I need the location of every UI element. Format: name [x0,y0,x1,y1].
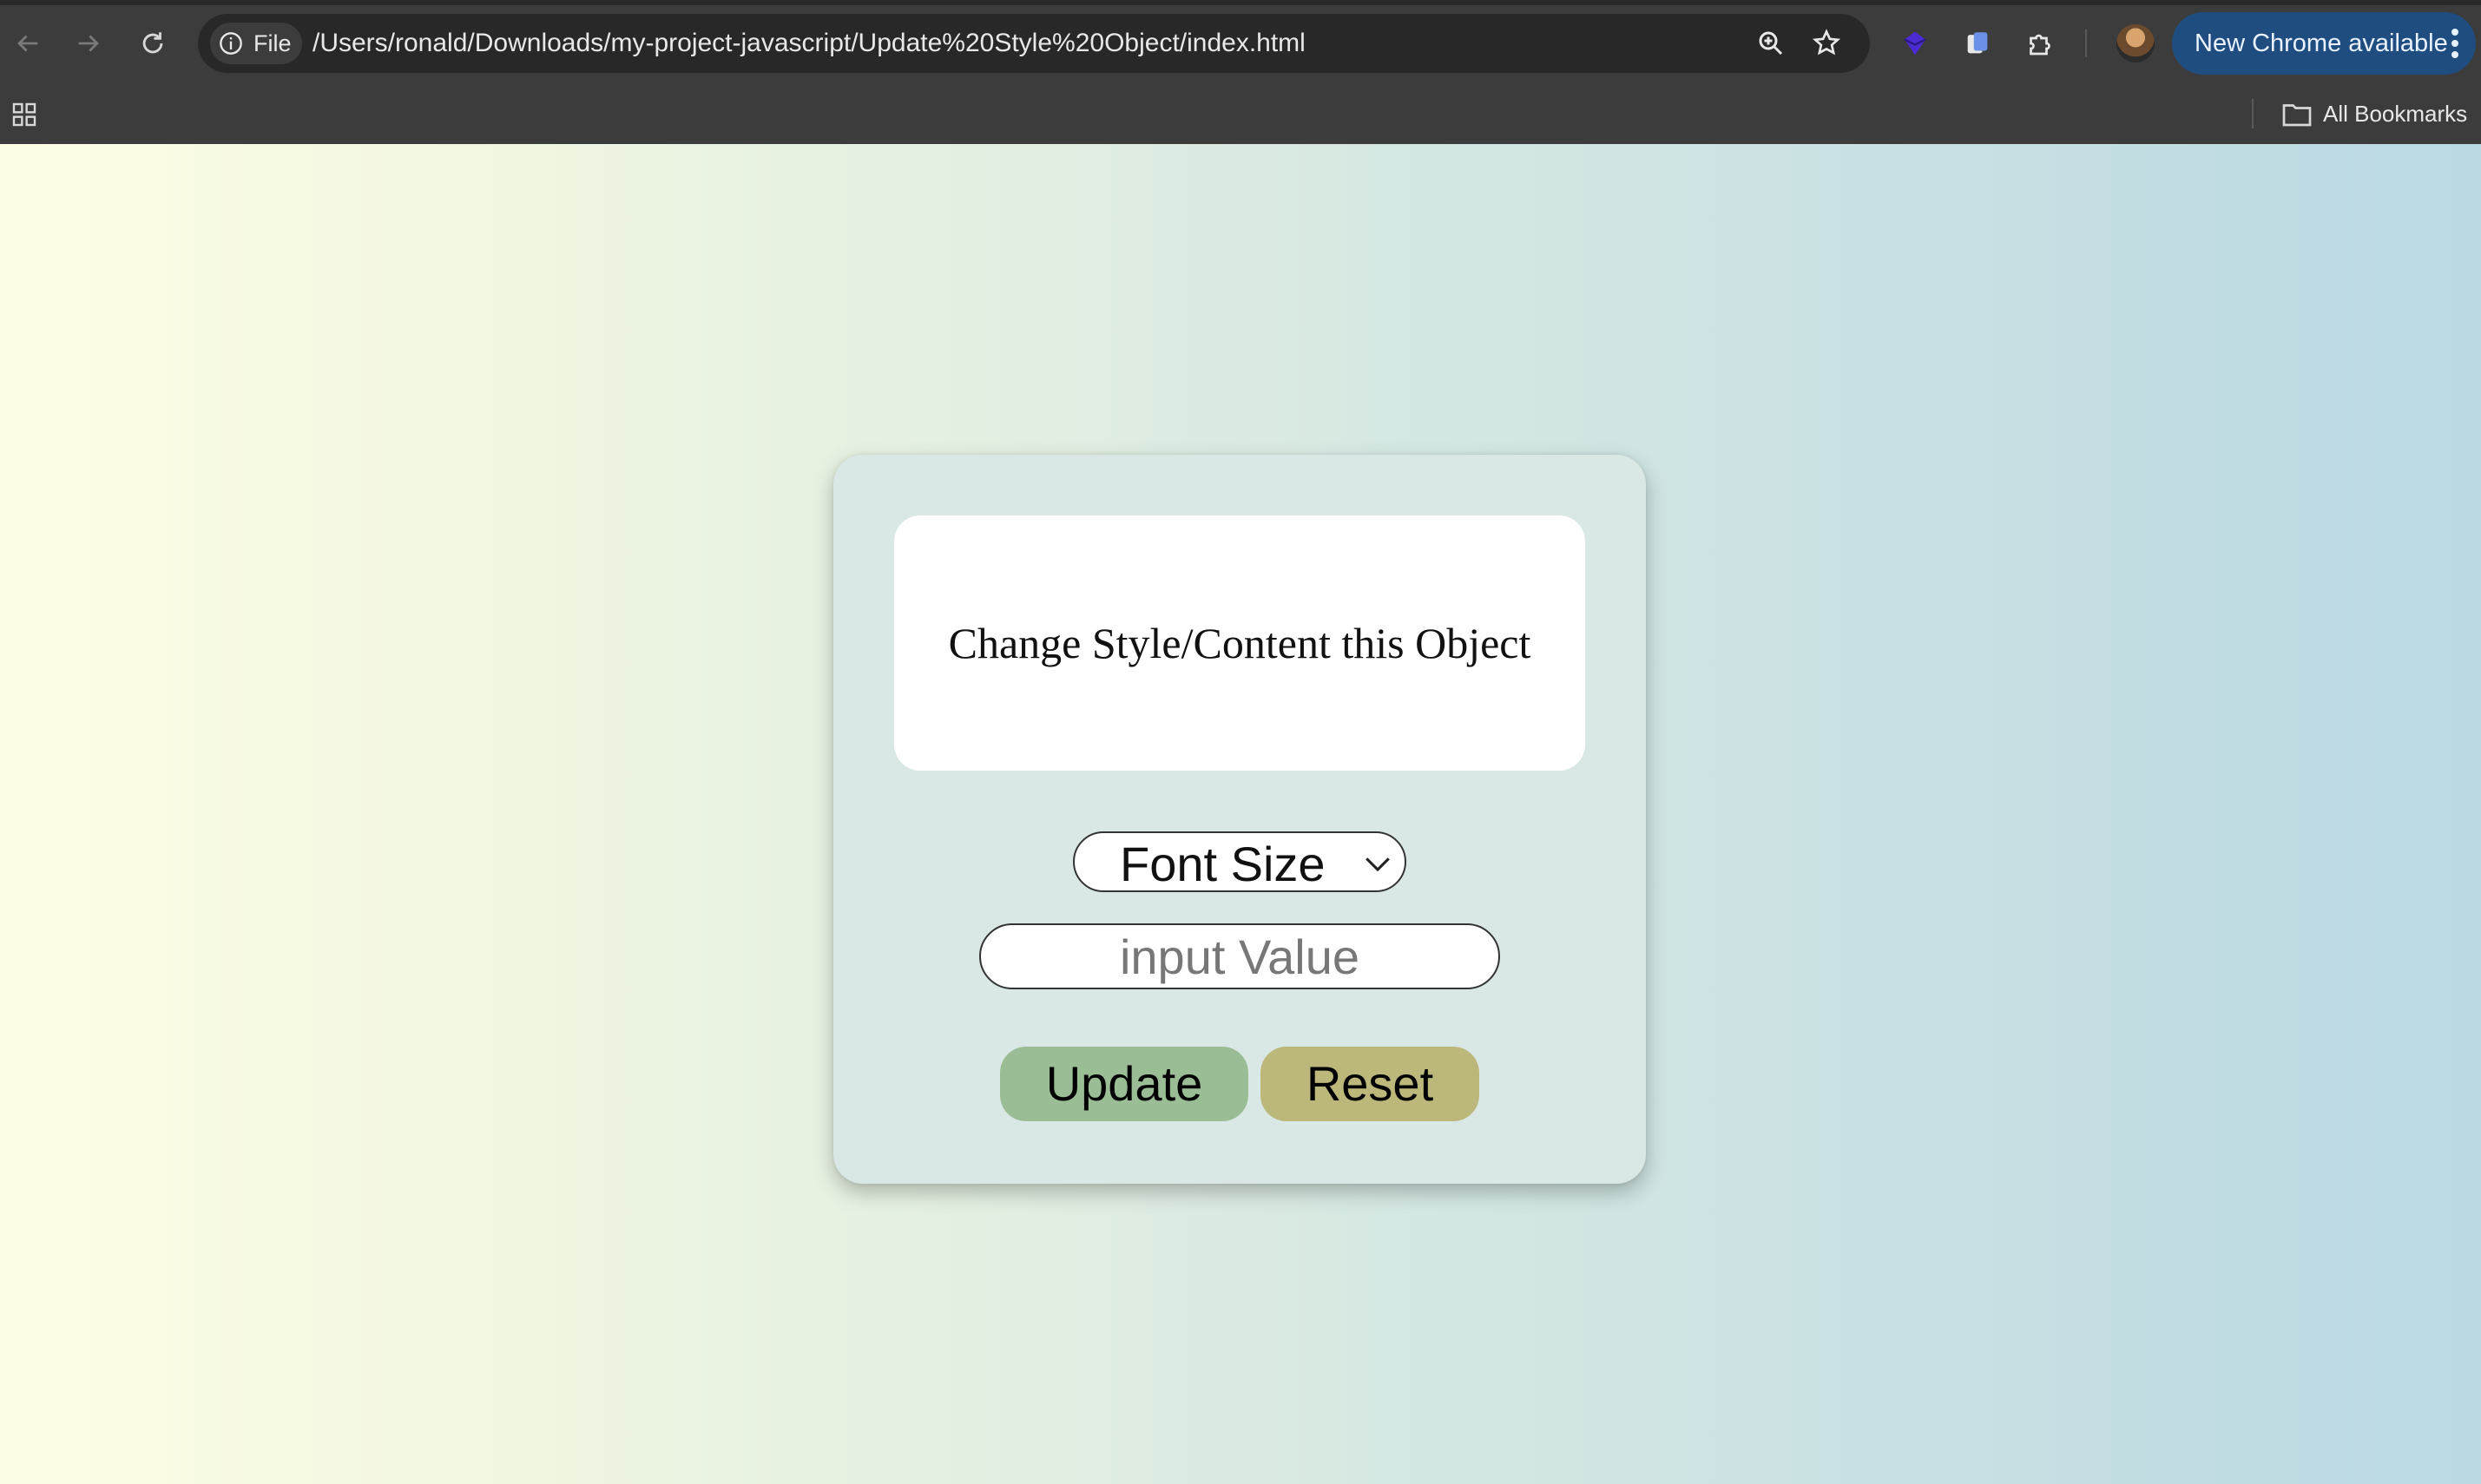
extension-icon[interactable] [1898,26,1932,61]
forward-button[interactable] [68,23,109,64]
page-viewport: Change Style/Content this Object Font Si… [0,144,2481,1484]
url-text[interactable]: /Users/ronald/Downloads/my-project-javas… [313,28,1306,59]
property-select[interactable]: Font Size [1073,831,1406,892]
reload-button[interactable] [132,23,174,64]
property-select-value: Font Size [1120,837,1326,891]
chrome-update-button[interactable]: New Chrome available [2172,12,2476,75]
apps-grid-icon[interactable] [10,101,38,128]
kebab-menu-icon[interactable] [2450,28,2460,59]
zoom-in-icon[interactable] [1755,28,1787,59]
address-bar[interactable]: File /Users/ronald/Downloads/my-project-… [198,14,1870,73]
update-button[interactable]: Update [1000,1047,1248,1121]
info-icon [220,32,242,55]
browser-toolbar: File /Users/ronald/Downloads/my-project-… [0,0,2481,87]
chevron-down-icon [1366,857,1390,872]
site-chip-label: File [253,30,292,56]
arrow-right-icon [78,35,99,52]
chrome-update-label: New Chrome available [2195,30,2448,57]
all-bookmarks-link[interactable]: All Bookmarks [2323,100,2467,128]
back-button[interactable] [7,23,49,64]
preview-object: Change Style/Content this Object [894,515,1585,771]
arrow-left-icon [17,35,38,52]
puzzle-icon[interactable] [2023,26,2057,61]
tab-strip [0,0,2481,5]
value-input[interactable] [979,923,1500,989]
reload-icon [142,32,163,54]
reset-button[interactable]: Reset [1260,1047,1479,1121]
style-editor-card: Change Style/Content this Object Font Si… [833,455,1646,1184]
bookmarks-bar: All Bookmarks [0,87,2481,144]
bookmarks-divider [2252,99,2254,128]
avatar[interactable] [2116,24,2155,62]
toolbar-divider [2085,30,2087,57]
preview-text: Change Style/Content this Object [948,619,1531,667]
site-info-chip[interactable]: File [210,23,302,64]
extension-icon[interactable] [1960,26,1995,61]
star-icon[interactable] [1811,28,1842,59]
folder-icon[interactable] [2281,101,2313,128]
